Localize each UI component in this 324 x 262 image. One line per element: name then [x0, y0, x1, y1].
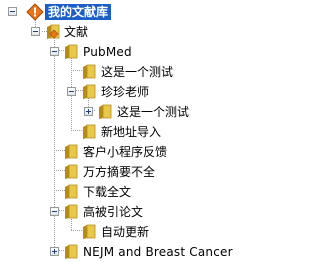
folder-icon [65, 144, 78, 159]
folder-icon [99, 104, 112, 119]
warning-diamond-icon [26, 3, 44, 21]
tree-node-label[interactable]: 高被引论文 [81, 204, 145, 220]
tree-node-label[interactable]: 自动更新 [99, 224, 151, 240]
folder-warning-icon [47, 24, 60, 39]
folder-icon [83, 224, 96, 239]
tree-node-zhenzhen[interactable]: 珍珍老师 [0, 82, 200, 102]
tree-node-label[interactable]: 客户小程序反馈 [81, 144, 169, 160]
tree-node-label[interactable]: 这是一个测试 [99, 64, 175, 80]
tree-node-test-1[interactable]: 这是一个测试 [0, 62, 200, 82]
folder-icon [83, 64, 96, 79]
collapse-toggle-icon[interactable] [50, 207, 59, 216]
tree-node-label[interactable]: 这是一个测试 [115, 104, 191, 120]
folder-icon [65, 244, 78, 259]
tree-node-pubmed[interactable]: PubMed [0, 42, 160, 62]
folder-icon [83, 124, 96, 139]
tree-node-label[interactable]: 珍珍老师 [99, 84, 151, 100]
tree-node-feedback[interactable]: 客户小程序反馈 [0, 142, 200, 162]
tree-node-wenxian[interactable]: 文献 [0, 22, 140, 42]
folder-icon [65, 164, 78, 179]
expand-toggle-icon[interactable] [50, 247, 59, 256]
tree-node-label[interactable]: 新地址导入 [99, 124, 163, 140]
tree-node-label[interactable]: 下载全文 [81, 184, 133, 200]
tree-node-label[interactable]: NEJM and Breast Cancer [81, 244, 235, 260]
tree-node-auto-update[interactable]: 自动更新 [0, 222, 200, 242]
collapse-toggle-icon[interactable] [67, 87, 76, 96]
folder-icon [65, 204, 78, 219]
tree-node-label[interactable]: 文献 [62, 24, 90, 40]
library-tree: 我的文献库 文献 PubMed 这是一个测试 珍珍老师 这是一个测试 新地址导入… [0, 0, 324, 262]
collapse-toggle-icon[interactable] [8, 7, 17, 16]
folder-icon [65, 44, 78, 59]
expand-toggle-icon[interactable] [84, 107, 93, 116]
collapse-toggle-icon[interactable] [31, 27, 40, 36]
tree-node-label[interactable]: 万方摘要不全 [81, 164, 157, 180]
tree-node-root[interactable]: 我的文献库 [0, 2, 140, 22]
tree-node-label[interactable]: PubMed [81, 44, 134, 60]
tree-node-download[interactable]: 下载全文 [0, 182, 200, 202]
folder-icon [65, 184, 78, 199]
collapse-toggle-icon[interactable] [50, 47, 59, 56]
tree-root-label[interactable]: 我的文献库 [45, 4, 112, 20]
tree-node-highly-cited[interactable]: 高被引论文 [0, 202, 200, 222]
tree-node-test-2[interactable]: 这是一个测试 [0, 102, 220, 122]
tree-node-wanfang[interactable]: 万方摘要不全 [0, 162, 200, 182]
folder-icon [83, 84, 96, 99]
tree-node-nejm[interactable]: NEJM and Breast Cancer [0, 242, 260, 262]
tree-node-new-address[interactable]: 新地址导入 [0, 122, 200, 142]
